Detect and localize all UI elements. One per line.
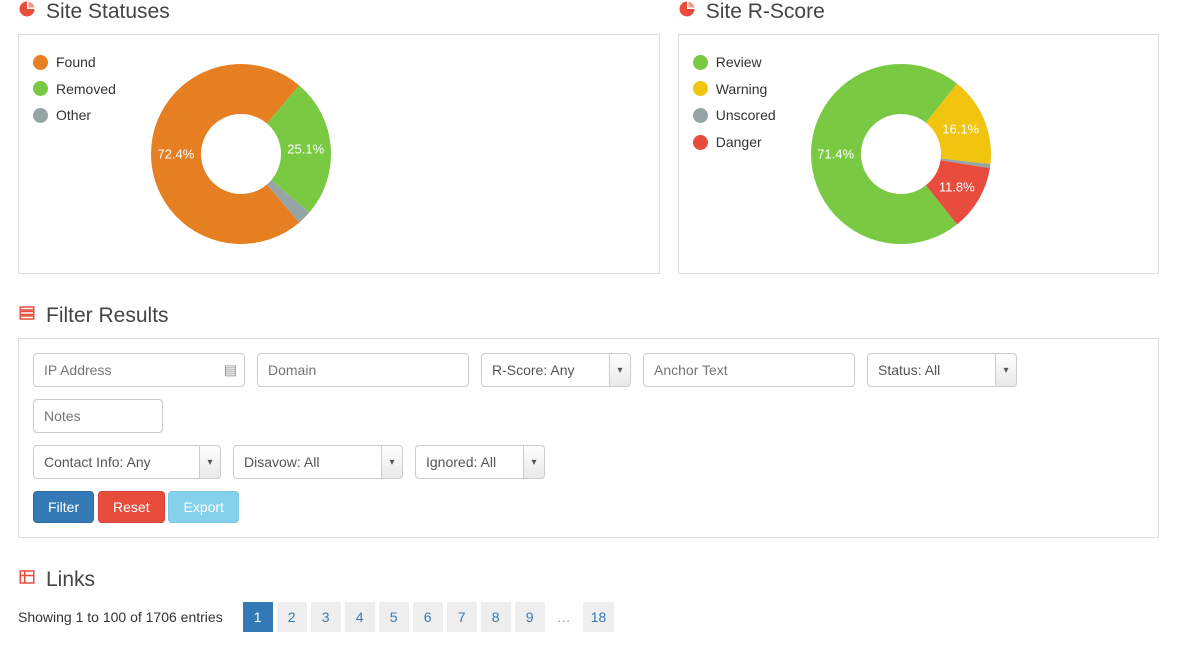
chevron-down-icon[interactable]: ▾: [995, 353, 1017, 387]
chevron-down-icon[interactable]: ▾: [199, 445, 221, 479]
section-title-text: Filter Results: [46, 304, 169, 328]
legend-label: Other: [56, 102, 91, 129]
status-select-text: Status: All: [867, 353, 995, 387]
rscore-select[interactable]: R-Score: Any ▾: [481, 353, 631, 387]
legend-dot: [33, 55, 48, 70]
ignored-select-text: Ignored: All: [415, 445, 523, 479]
ip-address-input[interactable]: [33, 353, 245, 387]
pagination-ellipsis: …: [549, 602, 579, 632]
legend-dot: [33, 108, 48, 123]
legend-label: Review: [716, 49, 762, 76]
legend-dot: [693, 108, 708, 123]
chevron-down-icon[interactable]: ▾: [381, 445, 403, 479]
ignored-select[interactable]: Ignored: All ▾: [415, 445, 545, 479]
domain-input[interactable]: [257, 353, 469, 387]
pagination-page[interactable]: 4: [345, 602, 375, 632]
contact-info-select-text: Contact Info: Any: [33, 445, 199, 479]
filter-icon: [18, 304, 36, 328]
anchor-text-input[interactable]: [643, 353, 855, 387]
legend-site-rscore: ReviewWarningUnscoredDanger: [693, 49, 776, 155]
chevron-down-icon[interactable]: ▾: [609, 353, 631, 387]
filter-button[interactable]: Filter: [33, 491, 94, 523]
status-select[interactable]: Status: All ▾: [867, 353, 1017, 387]
pagination-page[interactable]: 6: [413, 602, 443, 632]
table-icon: [18, 568, 36, 592]
pagination-page[interactable]: 2: [277, 602, 307, 632]
legend-site-statuses: FoundRemovedOther: [33, 49, 116, 129]
legend-label: Warning: [716, 76, 768, 103]
legend-dot: [693, 135, 708, 150]
panel-site-statuses: Site Statuses FoundRemovedOther 72.4%25.…: [18, 0, 660, 274]
pagination-page[interactable]: 8: [481, 602, 511, 632]
export-button[interactable]: Export: [168, 491, 238, 523]
legend-item: Other: [33, 102, 116, 129]
showing-entries-text: Showing 1 to 100 of 1706 entries: [18, 609, 223, 625]
filter-results-box: ▤ R-Score: Any ▾ Status: All ▾ Contact I…: [18, 338, 1159, 538]
legend-label: Danger: [716, 129, 762, 156]
reset-button[interactable]: Reset: [98, 491, 165, 523]
notes-input[interactable]: [33, 399, 163, 433]
legend-dot: [693, 55, 708, 70]
donut-slice: [151, 64, 299, 244]
rscore-select-text: R-Score: Any: [481, 353, 609, 387]
contact-info-select[interactable]: Contact Info: Any ▾: [33, 445, 221, 479]
legend-item: Warning: [693, 76, 776, 103]
pagination-page[interactable]: 5: [379, 602, 409, 632]
disavow-select-text: Disavow: All: [233, 445, 381, 479]
disavow-select[interactable]: Disavow: All ▾: [233, 445, 403, 479]
legend-item: Review: [693, 49, 776, 76]
pagination-page[interactable]: 3: [311, 602, 341, 632]
panel-site-rscore: Site R-Score ReviewWarningUnscoredDanger…: [678, 0, 1159, 274]
panel-title-text: Site Statuses: [46, 0, 170, 24]
legend-item: Removed: [33, 76, 116, 103]
pagination-page[interactable]: 18: [583, 602, 615, 632]
pagination-page[interactable]: 7: [447, 602, 477, 632]
legend-item: Found: [33, 49, 116, 76]
legend-label: Found: [56, 49, 96, 76]
legend-label: Unscored: [716, 102, 776, 129]
section-title-text: Links: [46, 568, 95, 592]
pie-icon: [678, 0, 696, 24]
pagination: 123456789…18: [243, 602, 615, 632]
legend-dot: [33, 81, 48, 96]
pie-icon: [18, 0, 36, 24]
donut-slice: [811, 64, 957, 244]
donut-chart-rscore: 71.4%16.1%11.8%: [796, 49, 1006, 259]
legend-label: Removed: [56, 76, 116, 103]
legend-item: Unscored: [693, 102, 776, 129]
panel-title-text: Site R-Score: [706, 0, 825, 24]
donut-chart-statuses: 72.4%25.1%: [136, 49, 346, 259]
pagination-page[interactable]: 9: [515, 602, 545, 632]
chevron-down-icon[interactable]: ▾: [523, 445, 545, 479]
legend-item: Danger: [693, 129, 776, 156]
legend-dot: [693, 81, 708, 96]
pagination-page[interactable]: 1: [243, 602, 273, 632]
